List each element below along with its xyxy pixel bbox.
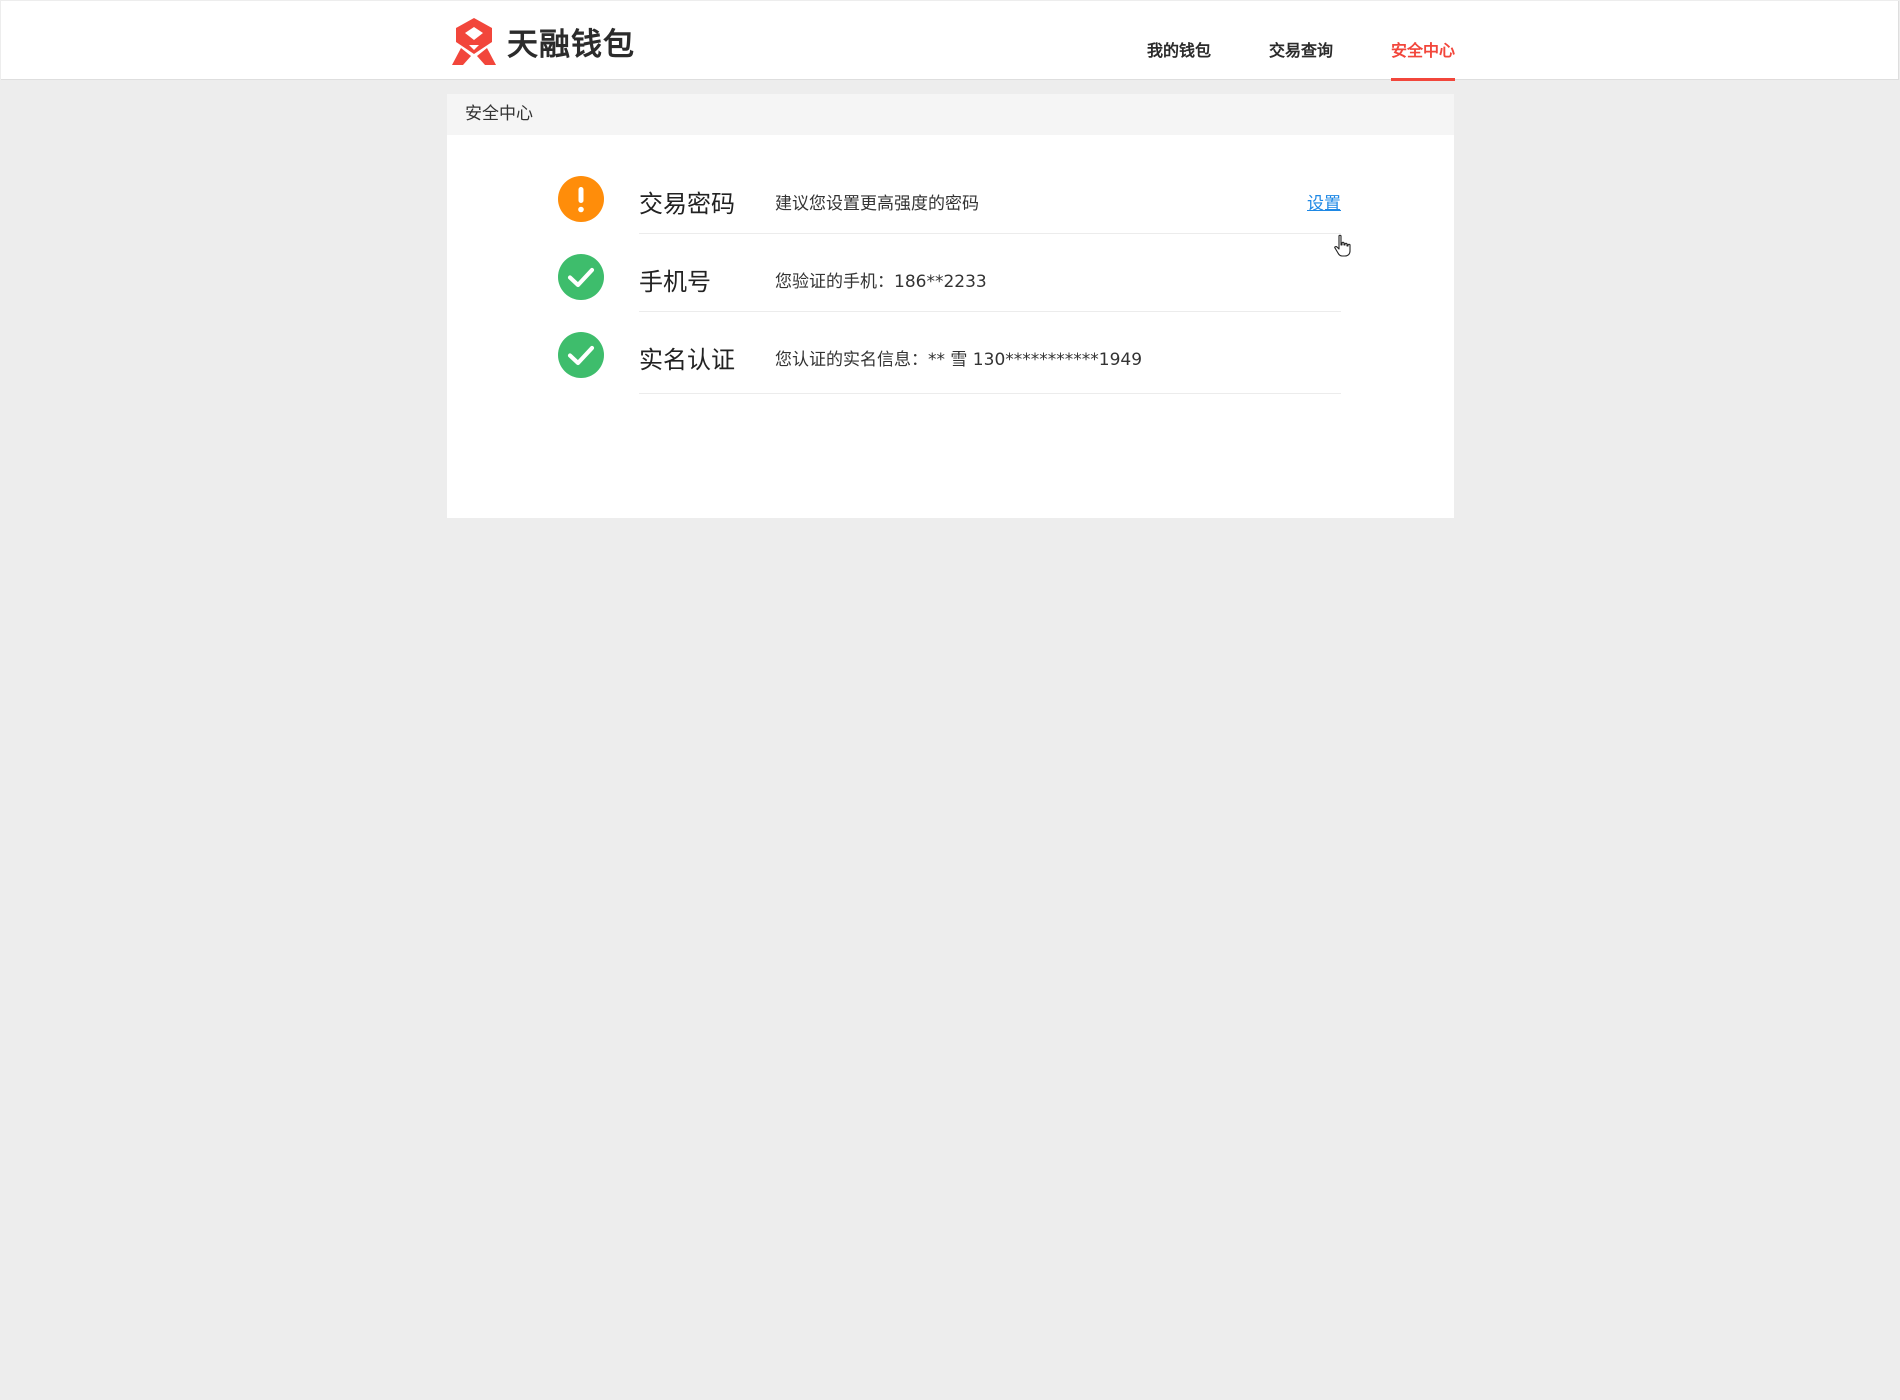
nav-transaction-query[interactable]: 交易查询 <box>1269 1 1333 80</box>
top-header: 天融钱包 我的钱包 交易查询 安全中心 <box>1 1 1899 81</box>
warning-status-icon <box>558 176 604 222</box>
check-icon <box>567 267 595 288</box>
brand-name: 天融钱包 <box>507 26 635 63</box>
item-title: 手机号 <box>639 268 711 296</box>
security-center-panel: 安全中心 交易密码 建议您设置更高强度的密码 设置 手机号 您验证的手机：186… <box>447 94 1454 518</box>
row-divider <box>639 393 1341 394</box>
panel-title: 安全中心 <box>447 94 1454 135</box>
nav-security-center[interactable]: 安全中心 <box>1390 1 1456 81</box>
item-description: 您验证的手机：186**2233 <box>775 272 987 292</box>
item-title: 实名认证 <box>639 346 735 374</box>
main-nav: 我的钱包 交易查询 安全中心 <box>1089 1 1456 81</box>
nav-my-wallet[interactable]: 我的钱包 <box>1147 1 1211 80</box>
item-description: 您认证的实名信息：** 雪 130***********1949 <box>775 350 1143 370</box>
wallet-logo-icon <box>452 18 496 65</box>
exclamation-icon <box>578 187 584 213</box>
check-icon <box>567 345 595 366</box>
security-item-phone: 手机号 您验证的手机：186**2233 <box>558 234 1341 312</box>
set-password-link[interactable]: 设置 <box>1307 189 1341 214</box>
security-item-transaction-password: 交易密码 建议您设置更高强度的密码 设置 <box>558 156 1341 234</box>
verified-status-icon <box>558 254 604 300</box>
header-content: 天融钱包 我的钱包 交易查询 安全中心 <box>447 1 1456 81</box>
security-items: 交易密码 建议您设置更高强度的密码 设置 手机号 您验证的手机：186**223… <box>558 156 1341 394</box>
item-title: 交易密码 <box>639 190 735 218</box>
item-description: 建议您设置更高强度的密码 <box>775 194 979 214</box>
verified-status-icon <box>558 332 604 378</box>
brand-logo[interactable]: 天融钱包 <box>449 15 635 67</box>
security-item-real-name: 实名认证 您认证的实名信息：** 雪 130***********1949 <box>558 312 1341 394</box>
